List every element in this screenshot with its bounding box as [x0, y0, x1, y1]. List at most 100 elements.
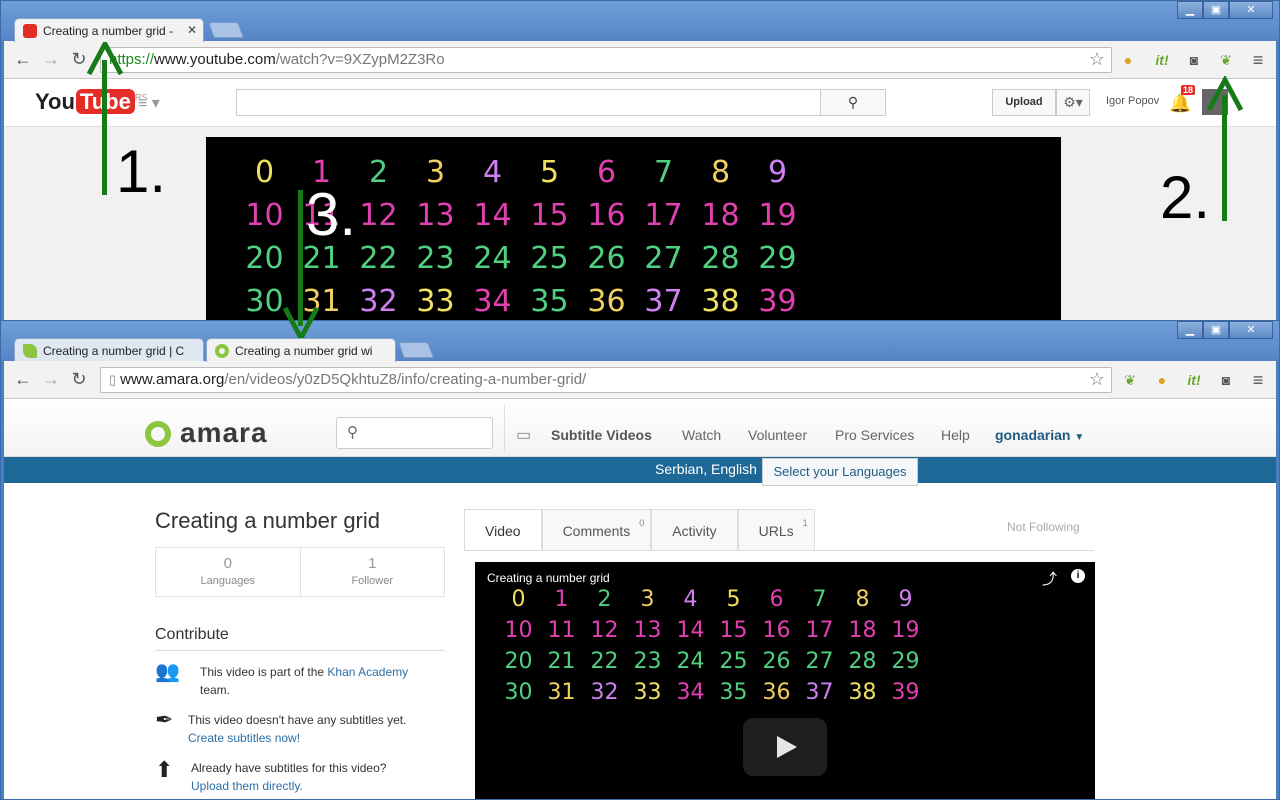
back-icon[interactable]: ←	[12, 369, 34, 390]
bookmark-star-icon[interactable]: ☆	[1089, 369, 1105, 390]
grid-number: 26	[587, 241, 626, 276]
extension-it-icon[interactable]: it!	[1152, 50, 1172, 70]
nav-volunteer[interactable]: Volunteer	[748, 427, 807, 443]
grid-number: 24	[676, 649, 705, 674]
search-input[interactable]: ⚲	[336, 417, 493, 449]
tab-youtube[interactable]: Creating a number grid - ✕	[14, 18, 204, 42]
upload-button[interactable]: Upload	[992, 89, 1056, 116]
search-button[interactable]: ⚲	[820, 89, 886, 116]
guide-menu-icon[interactable]: ≡ ▾	[138, 93, 160, 113]
amara-leaf-icon[interactable]: ❦	[1120, 370, 1140, 390]
annotation-one: 1.	[116, 138, 167, 205]
grid-number: 39	[758, 284, 797, 319]
nav-watch[interactable]: Watch	[682, 427, 721, 443]
user-menu[interactable]: gonadarian ▼	[995, 427, 1084, 443]
stat-followers[interactable]: 1 Follower	[299, 548, 445, 596]
maximize-button[interactable]: ▣	[1203, 1, 1229, 19]
tab-comments[interactable]: Comments 0	[541, 509, 652, 551]
page-content-amara: amara ⚲ ▭ Subtitle Videos Watch Voluntee…	[4, 399, 1276, 799]
grid-number: 23	[416, 241, 455, 276]
number-grid-row: 20 21 22 23 24 25 26 27 28 29	[497, 646, 927, 677]
url-host: www.youtube.com	[154, 51, 276, 68]
grid-number: 4	[683, 587, 698, 612]
nav-help[interactable]: Help	[941, 427, 970, 443]
back-icon[interactable]: ←	[12, 49, 34, 70]
grid-number: 2	[368, 155, 389, 190]
nav-subtitle-videos[interactable]: Subtitle Videos	[551, 427, 652, 443]
grid-number: 31	[547, 680, 576, 705]
minimize-button[interactable]: ▁	[1177, 1, 1203, 19]
number-grid-row: 30 31 32 33 34 35 36 37 38 39	[497, 677, 927, 708]
create-subtitles-link[interactable]: Create subtitles now!	[188, 731, 300, 745]
grid-number: 2	[597, 587, 612, 612]
tab-urls[interactable]: URLs 1	[737, 509, 815, 551]
close-tab-icon[interactable]: ✕	[187, 23, 197, 37]
new-tab-button[interactable]	[398, 342, 434, 358]
contribute-team: 👥 This video is part of the Khan Academy…	[155, 661, 408, 699]
minimize-button[interactable]: ▁	[1177, 321, 1203, 339]
tab-video[interactable]: Video	[464, 509, 542, 551]
amara-leaf-icon[interactable]: ❦	[1216, 50, 1236, 70]
stat-languages[interactable]: 0 Languages	[156, 548, 300, 596]
amara-ring-icon	[215, 344, 229, 358]
amara-logo[interactable]: amara	[180, 417, 268, 449]
grid-number: 10	[245, 198, 284, 233]
url-path: /en/videos/y0zD5QkhtuZ8/info/creating-a-…	[224, 371, 587, 388]
follow-status[interactable]: Not Following	[1007, 520, 1080, 534]
grid-number: 7	[812, 587, 827, 612]
grid-number: 24	[473, 241, 512, 276]
extension-owl-icon[interactable]: ●	[1118, 50, 1138, 70]
extension-it-icon[interactable]: it!	[1184, 370, 1204, 390]
grid-number: 22	[359, 241, 398, 276]
notification-bell-icon[interactable]: 🔔	[1169, 93, 1191, 114]
user-name[interactable]: Igor Popov	[1106, 95, 1159, 107]
close-window-button[interactable]: ✕	[1229, 321, 1273, 339]
tab-title: Creating a number grid | C	[43, 344, 185, 358]
tab-label: Video	[485, 523, 521, 539]
tab-label: Comments	[562, 523, 631, 539]
search-input[interactable]	[236, 89, 821, 116]
amara-video-player[interactable]: Creating a number grid ⤴ i 0 1 2 3 4 5 6 7 8 9 10 1…	[475, 562, 1095, 799]
share-icon[interactable]: ⤴	[1042, 568, 1057, 589]
tab-title: Creating a number grid wi	[235, 344, 373, 358]
team-link[interactable]: Khan Academy	[327, 665, 408, 679]
selected-languages[interactable]: Serbian, English	[655, 461, 757, 477]
grid-number: 33	[633, 680, 662, 705]
select-languages-button[interactable]: Select your Languages	[762, 458, 918, 486]
forward-icon[interactable]: →	[40, 369, 62, 390]
play-button[interactable]	[743, 718, 827, 776]
info-icon[interactable]: i	[1071, 569, 1085, 583]
grid-number: 5	[726, 587, 741, 612]
address-bar[interactable]: https://www.youtube.com/watch?v=9XZypM2Z…	[100, 47, 1112, 73]
page-icon: ▯	[109, 372, 117, 387]
grid-number: 23	[633, 649, 662, 674]
pocket-icon[interactable]: ◙	[1216, 370, 1236, 390]
address-bar[interactable]: ▯ www.amara.org/en/videos/y0zD5QkhtuZ8/in…	[100, 367, 1112, 393]
grid-number: 16	[762, 618, 791, 643]
settings-gear-icon[interactable]: ⚙▾	[1056, 89, 1090, 116]
tab-activity[interactable]: Activity	[651, 509, 738, 551]
title-bar: Creating a number grid | C Creating a nu…	[1, 321, 1279, 362]
number-grid-row: 10 11 12 13 14 15 16 17 18 19	[497, 615, 927, 646]
new-tab-button[interactable]	[208, 22, 244, 38]
extension-owl-icon[interactable]: ●	[1152, 370, 1172, 390]
window-controls: ▁ ▣ ✕	[1177, 321, 1273, 339]
menu-icon[interactable]: ≡	[1248, 50, 1268, 70]
tab-amara-2[interactable]: Creating a number grid wi	[206, 338, 396, 362]
menu-icon[interactable]: ≡	[1248, 370, 1268, 390]
team-icon: 👥	[155, 661, 180, 683]
reload-icon[interactable]: ↻	[68, 369, 90, 390]
pocket-icon[interactable]: ◙	[1184, 50, 1204, 70]
player-title: Creating a number grid	[487, 571, 610, 585]
nav-pro-services[interactable]: Pro Services	[835, 427, 914, 443]
grid-number: 14	[473, 198, 512, 233]
youtube-logo[interactable]: YouTubeRS	[34, 89, 147, 115]
forward-icon[interactable]: →	[40, 49, 62, 70]
upload-subtitles-link[interactable]: Upload them directly.	[191, 779, 303, 793]
tab-label: Activity	[672, 523, 717, 539]
arrow-down-icon	[282, 306, 320, 342]
maximize-button[interactable]: ▣	[1203, 321, 1229, 339]
bookmark-star-icon[interactable]: ☆	[1089, 49, 1105, 70]
tab-amara-1[interactable]: Creating a number grid | C	[14, 338, 204, 362]
close-window-button[interactable]: ✕	[1229, 1, 1273, 19]
